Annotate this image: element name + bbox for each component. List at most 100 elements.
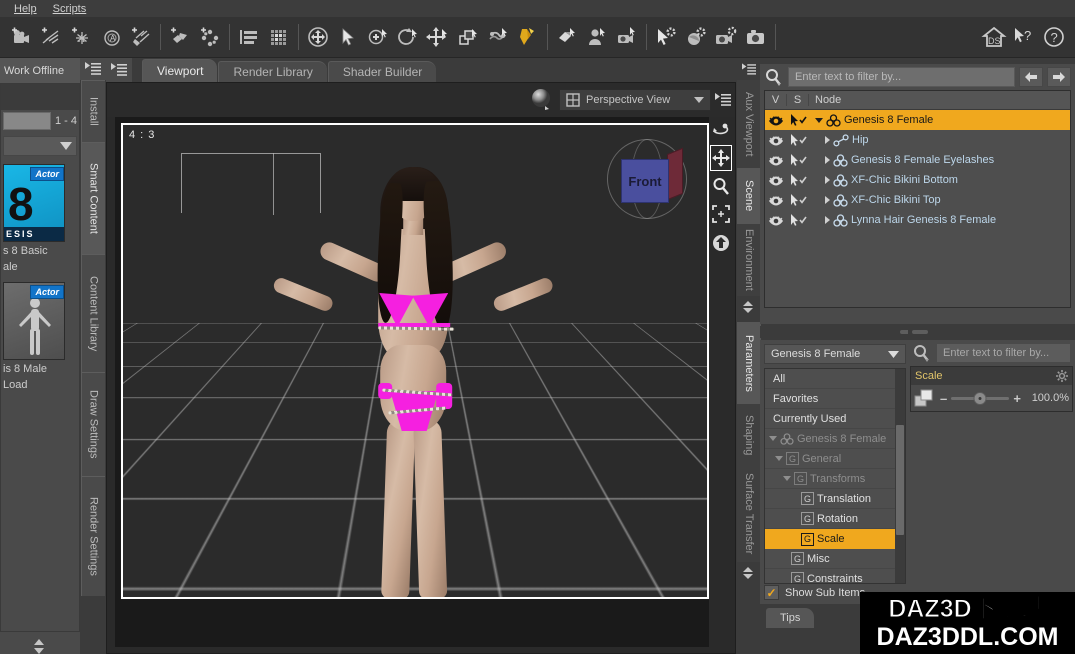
- view-cube-front-face[interactable]: Front: [621, 159, 669, 203]
- pan-icon[interactable]: [710, 145, 732, 171]
- view-cube[interactable]: Front: [605, 137, 689, 221]
- parameters-scrollbar[interactable]: [895, 369, 905, 583]
- frame-icon[interactable]: [710, 201, 732, 227]
- add-null-icon[interactable]: [195, 20, 225, 54]
- scene-filter-input[interactable]: Enter text to filter by...: [788, 67, 1015, 87]
- left-panel-options-icon[interactable]: [80, 58, 106, 80]
- chevron-down-icon[interactable]: [888, 351, 899, 358]
- content-scroll-buttons[interactable]: [0, 632, 80, 654]
- eye-icon[interactable]: [765, 155, 787, 166]
- property-panel-splitter[interactable]: [908, 326, 1075, 338]
- table-row-content[interactable]: Genesis 8 Female: [811, 114, 933, 127]
- sidebar-item-aux-viewport[interactable]: Aux Viewport: [737, 80, 761, 168]
- selectable-icon[interactable]: [787, 134, 811, 147]
- table-row-content[interactable]: XF-Chic Bikini Bottom: [811, 174, 958, 187]
- sidebar-item-scene[interactable]: Scene: [737, 168, 761, 224]
- gear-icon[interactable]: [1056, 370, 1068, 382]
- param-row-genesis-8-female[interactable]: Genesis 8 Female: [765, 429, 905, 449]
- expand-collapse-icon[interactable]: [825, 216, 830, 224]
- parameters-object-selector[interactable]: Genesis 8 Female: [764, 344, 906, 364]
- category-dropdown[interactable]: [3, 136, 77, 156]
- sidebar-item-environment[interactable]: Environment: [737, 224, 761, 296]
- property-group-header[interactable]: Scale: [911, 367, 1072, 385]
- zoom-icon[interactable]: [710, 173, 732, 199]
- figure-setup-icon[interactable]: [582, 20, 612, 54]
- sidebar-item-parameters[interactable]: Parameters: [737, 322, 761, 404]
- view-cube-side-face[interactable]: [667, 148, 683, 200]
- daz-home-icon[interactable]: DS: [979, 20, 1009, 54]
- camera-selector[interactable]: Perspective View: [559, 89, 711, 111]
- expand-collapse-icon[interactable]: [815, 118, 823, 123]
- scale-increase-button[interactable]: +: [1013, 391, 1021, 406]
- param-row-all[interactable]: All: [765, 369, 905, 389]
- scroll-up-icon[interactable]: [743, 301, 753, 306]
- eye-icon[interactable]: [765, 135, 787, 146]
- selectable-icon[interactable]: [787, 174, 811, 187]
- translate-tool-icon[interactable]: [423, 20, 453, 54]
- expand-collapse-icon[interactable]: [769, 436, 777, 441]
- column-header-visibility[interactable]: V: [765, 94, 787, 106]
- content-item-1[interactable]: 8 ESIS Actor s 8 Basic ale: [1, 160, 79, 274]
- add-linear-light-icon[interactable]: [126, 20, 156, 54]
- table-row[interactable]: Genesis 8 Female Eyelashes: [765, 150, 1070, 170]
- content-item-2[interactable]: Actor is 8 Male Load: [1, 274, 79, 392]
- render-icon[interactable]: [741, 20, 771, 54]
- sidebar-item-shaping[interactable]: Shaping: [737, 404, 761, 466]
- viewport-render-area[interactable]: 4 : 3 Front: [121, 123, 709, 599]
- scale-value[interactable]: 100.0%: [1025, 392, 1069, 404]
- add-point-light-icon[interactable]: A: [66, 20, 96, 54]
- param-row-scale[interactable]: G Scale: [765, 529, 905, 549]
- surface-settings-icon[interactable]: [681, 20, 711, 54]
- expand-collapse-icon[interactable]: [775, 456, 783, 461]
- table-row-content[interactable]: Genesis 8 Female Eyelashes: [811, 154, 994, 167]
- tab-shader-builder[interactable]: Shader Builder: [328, 61, 436, 82]
- scroll-down-icon[interactable]: [34, 648, 44, 654]
- sidebar-item-draw-settings[interactable]: Draw Settings: [81, 372, 105, 476]
- scroll-up-icon[interactable]: [743, 567, 753, 572]
- render-settings-icon[interactable]: [711, 20, 741, 54]
- table-row[interactable]: XF-Chic Bikini Bottom: [765, 170, 1070, 190]
- expand-collapse-icon[interactable]: [825, 136, 830, 144]
- viewport-tabs-menu-icon[interactable]: [106, 58, 132, 82]
- scene-filter-next-button[interactable]: [1047, 67, 1071, 87]
- table-row[interactable]: XF-Chic Bikini Top: [765, 190, 1070, 210]
- right-tabs-scroll-2[interactable]: [736, 562, 760, 584]
- tab-viewport[interactable]: Viewport: [142, 59, 217, 82]
- scale-slider[interactable]: [951, 397, 1009, 400]
- table-row-content[interactable]: Lynna Hair Genesis 8 Female: [811, 214, 996, 227]
- menu-item-help[interactable]: Help: [6, 2, 45, 16]
- thumbnail-genesis-male[interactable]: Actor: [3, 282, 65, 360]
- right-panel-options-icon[interactable]: [736, 58, 762, 80]
- viewport-canvas[interactable]: 4 : 3 Front: [115, 117, 709, 647]
- expand-collapse-icon[interactable]: [825, 176, 830, 184]
- scroll-down-icon[interactable]: [743, 574, 753, 579]
- param-row-currently-used[interactable]: Currently Used: [765, 409, 905, 429]
- parameters-tree[interactable]: All Favorites Currently Used Genesis 8 F…: [764, 368, 906, 584]
- sidebar-item-render-settings[interactable]: Render Settings: [81, 476, 105, 596]
- scroll-down-icon[interactable]: [743, 308, 753, 313]
- param-row-general[interactable]: G General: [765, 449, 905, 469]
- table-row[interactable]: Hip: [765, 130, 1070, 150]
- param-row-constraints[interactable]: G Constraints: [765, 569, 905, 584]
- viewport-menu-icon[interactable]: [715, 93, 731, 107]
- scroll-up-icon[interactable]: [34, 639, 44, 645]
- search-icon[interactable]: [912, 344, 932, 362]
- tab-render-library[interactable]: Render Library: [218, 61, 326, 82]
- rotate-orbit-tool-icon[interactable]: [363, 20, 393, 54]
- scale-decrease-button[interactable]: –: [940, 391, 947, 406]
- add-distant-light-icon[interactable]: [36, 20, 66, 54]
- property-filter-input[interactable]: Enter text to filter by...: [936, 343, 1071, 363]
- grid-icon[interactable]: [264, 20, 294, 54]
- surface-selection-icon[interactable]: [552, 20, 582, 54]
- search-icon[interactable]: [764, 68, 784, 86]
- param-row-transforms[interactable]: G Transforms: [765, 469, 905, 489]
- tab-tips[interactable]: Tips: [766, 608, 814, 628]
- table-row[interactable]: Lynna Hair Genesis 8 Female: [765, 210, 1070, 230]
- right-tabs-scroll[interactable]: [736, 296, 760, 318]
- param-row-rotation[interactable]: G Rotation: [765, 509, 905, 529]
- scale-slider-knob[interactable]: [974, 392, 987, 405]
- work-offline-button[interactable]: Work Offline: [0, 58, 80, 84]
- column-header-node[interactable]: Node: [809, 94, 1070, 106]
- chevron-down-icon[interactable]: [694, 97, 704, 103]
- selectable-icon[interactable]: [787, 114, 811, 127]
